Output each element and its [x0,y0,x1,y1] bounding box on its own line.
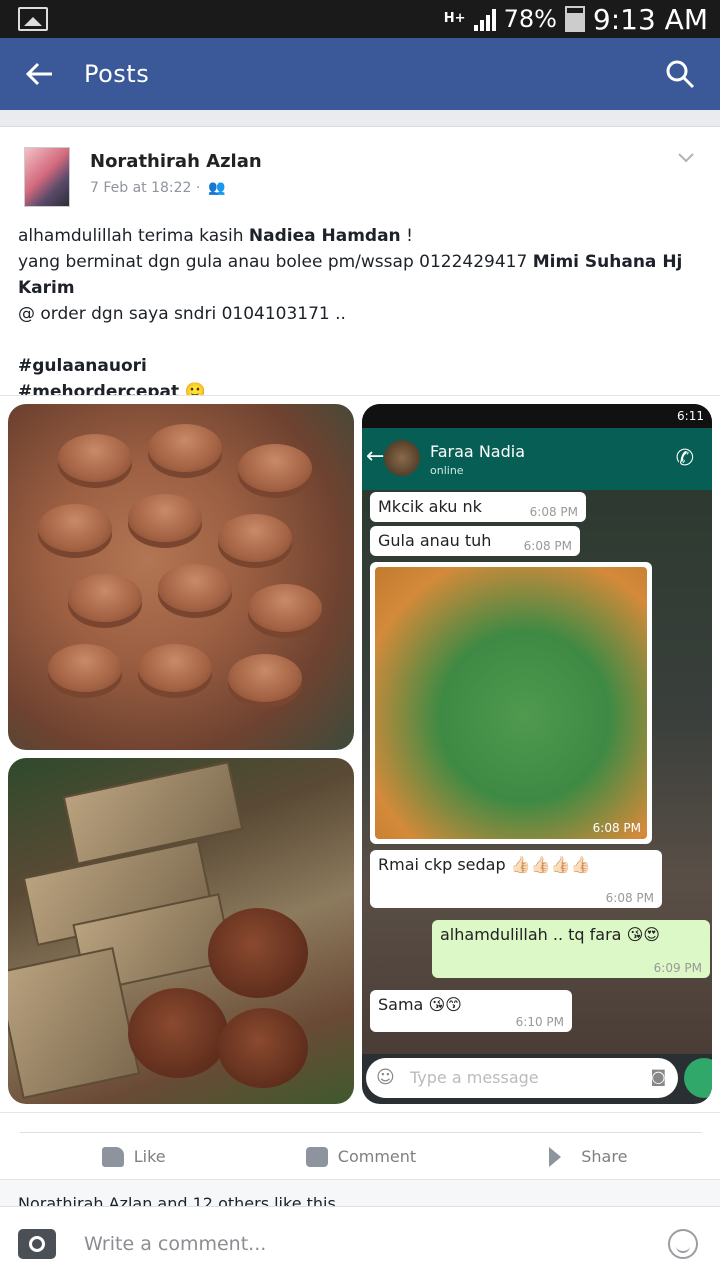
battery-percent: 78% [503,5,557,33]
search-button[interactable] [664,58,696,90]
status-bar: H+ 78% 9:13 AM [0,0,720,38]
emoji-icon: ☺ [376,1067,395,1088]
battery-icon [564,6,585,32]
phone-icon: ✆ [675,446,694,471]
photo-chat-screenshot[interactable]: 6:11 ← Faraa Nadia online ✆ Mkcik aku nk… [362,404,712,1104]
mic-icon [684,1058,712,1098]
photo-wrapped-sugar[interactable] [8,758,354,1104]
contact-name: Faraa Nadia [430,442,525,461]
author-avatar[interactable] [24,147,70,207]
screenshot-chat-header: ← Faraa Nadia online ✆ [362,428,712,490]
app-bar: Posts [0,38,720,110]
clock: 9:13 AM [592,2,708,36]
chat-time: 6:10 PM [515,1015,564,1029]
share-button[interactable]: Share [475,1133,702,1180]
chat-text: Sama 😘😙 [378,995,462,1014]
post-card: Norathirah Azlan 7 Feb at 18:22 · 👥 alha… [0,126,720,1207]
back-arrow-icon: ← [366,444,385,469]
post-text-line: alhamdulillah terima kasih [18,226,249,246]
search-icon [666,60,695,89]
chat-text: Gula anau tuh [378,531,492,550]
chat-text: Mkcik aku nk [378,497,482,516]
screenshot-chat-body: Mkcik aku nk 6:08 PM Gula anau tuh 6:08 PM… [362,490,712,1054]
chat-bubble: Rmai ckp sedap 👍🏻👍🏻👍🏻👍🏻 6:08 PM [370,850,662,908]
post-text-line: @ order dgn saya sndri 0104103171 .. [18,304,346,324]
status-icons: H+ 78% 9:13 AM [443,2,708,36]
post-text-line: yang berminat dgn gula anau bolee pm/wss… [18,252,533,272]
message-placeholder: Type a message [410,1068,539,1087]
contact-avatar [384,440,420,476]
chat-time: 6:08 PM [605,891,654,905]
comment-input[interactable]: Write a comment... [84,1233,266,1255]
camera-icon: ◙ [650,1067,666,1086]
post-meta: 7 Feb at 18:22 · 👥 [90,180,226,196]
chat-time: 6:08 PM [523,539,572,553]
chat-bubble: Mkcik aku nk 6:08 PM [370,492,586,522]
hashtag-link[interactable]: #gulaanauori [18,353,708,379]
chevron-down-icon [678,153,694,163]
chat-bubble-outgoing: alhamdulillah .. tq fara 😘😍 6:09 PM [432,920,710,978]
share-arrow-icon [549,1146,571,1167]
comment-composer: Write a comment... [0,1206,720,1280]
screenshot-message-input: ☺ Type a message ◙ [366,1058,678,1098]
author-name[interactable]: Norathirah Azlan [90,151,262,172]
arrow-left-icon [25,62,52,86]
signal-icon [473,7,496,31]
post-date[interactable]: 7 Feb at 18:22 · [90,180,200,196]
like-button[interactable]: Like [20,1133,247,1180]
chat-time: 6:09 PM [653,961,702,975]
page-title: Posts [84,60,150,88]
like-label: Like [133,1147,166,1166]
back-button[interactable] [24,58,58,90]
share-label: Share [581,1147,628,1166]
contact-status: online [430,464,464,477]
gallery-notification-icon [18,7,48,31]
comment-label: Comment [337,1147,417,1166]
chat-bubble: Sama 😘😙 6:10 PM [370,990,572,1032]
chat-time: 6:08 PM [592,821,641,835]
friends-audience-icon: 👥 [208,180,226,196]
network-type: H+ [443,11,466,26]
likes-summary-bar[interactable]: Norathirah Azlan and 12 others like this [0,1179,720,1207]
post-options-button[interactable] [676,147,696,167]
photo-grid: 6:11 ← Faraa Nadia online ✆ Mkcik aku nk… [0,395,720,1113]
post-text-line: ! [400,226,413,246]
green-cake-photo: 6:08 PM [375,567,647,839]
chat-bubble: Gula anau tuh 6:08 PM [370,526,580,556]
comment-icon [305,1146,328,1167]
post-actions: Like Comment Share [20,1132,702,1180]
chat-image-bubble: 6:08 PM [370,562,652,844]
emoji-smile-icon[interactable] [668,1229,698,1259]
chat-time: 6:08 PM [529,505,578,519]
thumbs-up-icon [101,1146,124,1167]
chat-text: Rmai ckp sedap 👍🏻👍🏻👍🏻👍🏻 [378,855,591,874]
post-text: alhamdulillah terima kasih Nadiea Hamdan… [18,223,708,405]
chat-text: alhamdulillah .. tq fara 😘😍 [440,925,660,944]
photo-palm-sugar-plate[interactable] [8,404,354,750]
camera-button[interactable] [18,1229,56,1259]
mention-link[interactable]: Nadiea Hamdan [249,226,401,246]
comment-button[interactable]: Comment [247,1133,474,1180]
screenshot-status-bar: 6:11 [362,404,712,428]
